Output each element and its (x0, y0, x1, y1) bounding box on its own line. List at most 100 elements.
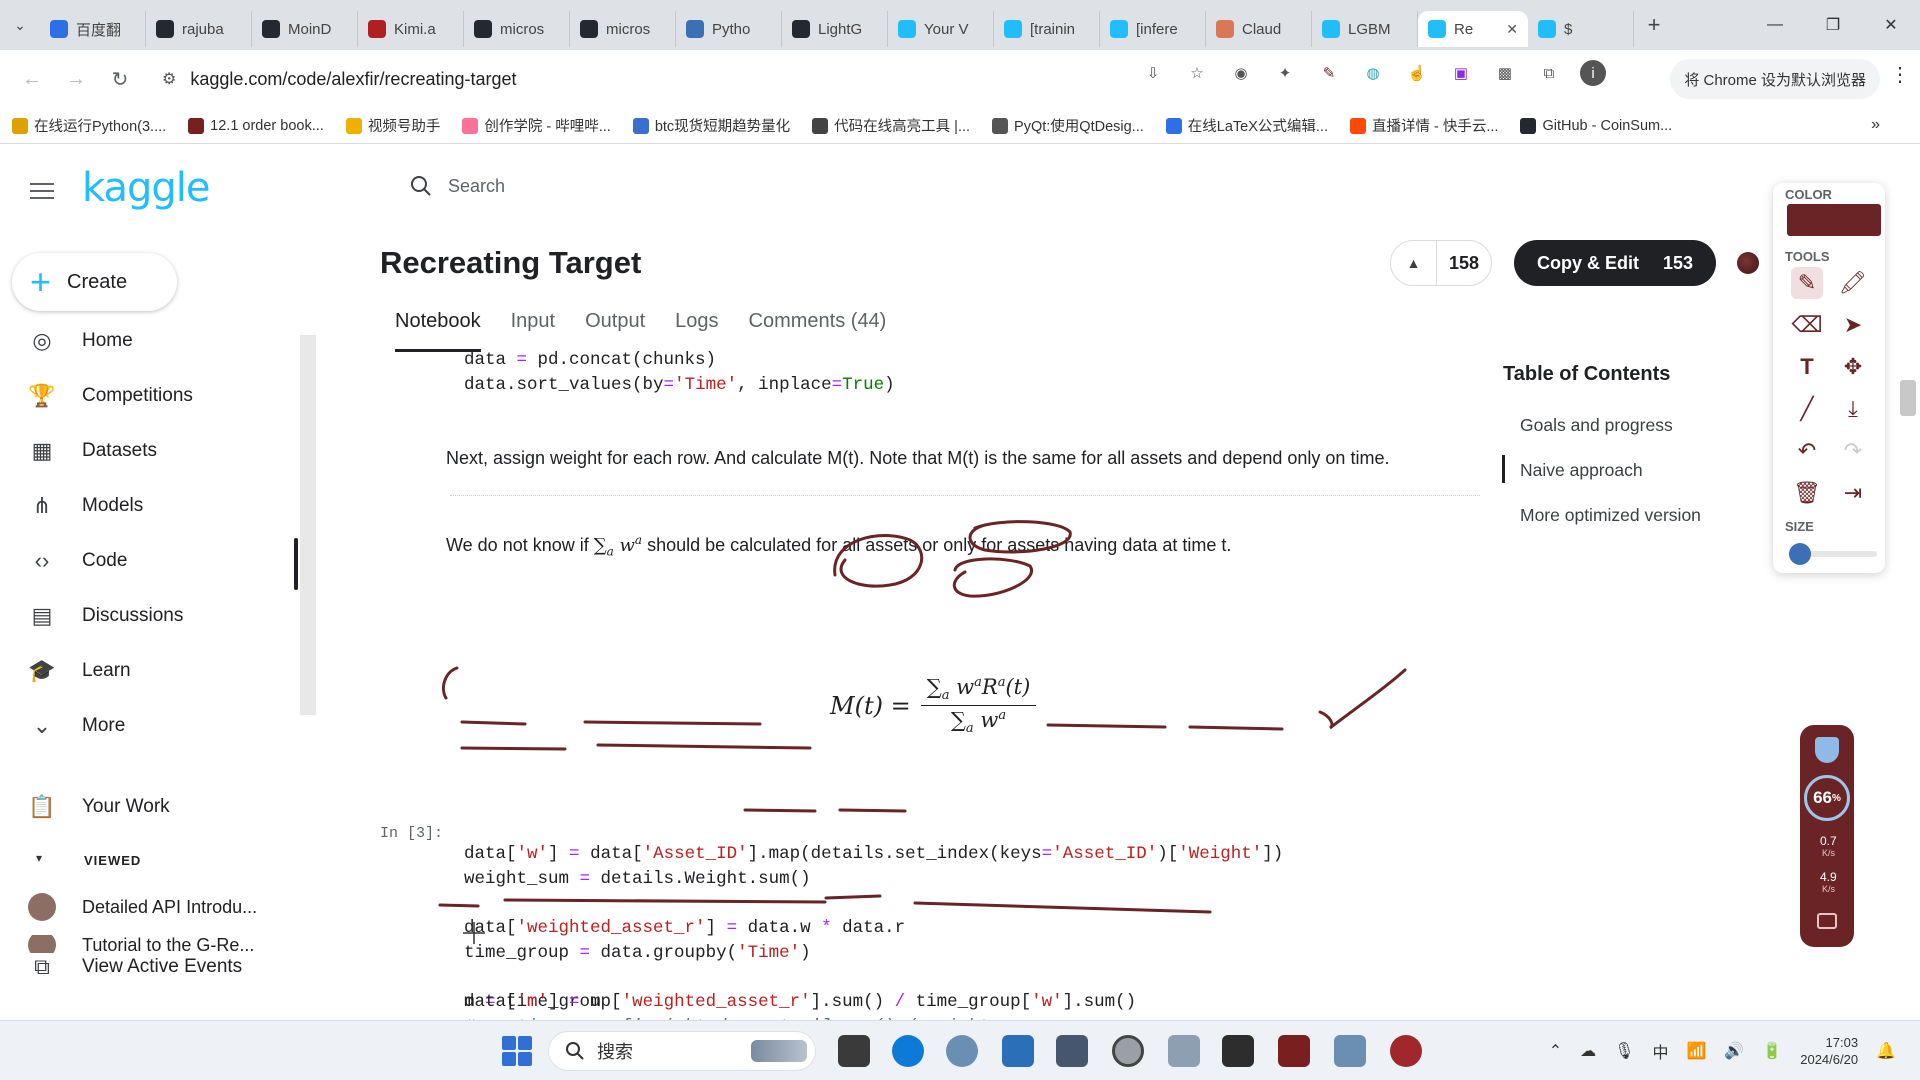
reload-button[interactable]: ↻ (98, 57, 142, 101)
redo-icon[interactable]: ↷ (1837, 435, 1869, 467)
back-button[interactable]: ← (10, 57, 54, 101)
kaggle-logo[interactable]: kaggle (82, 165, 210, 211)
browser-tab[interactable]: Claud (1206, 11, 1312, 47)
forward-button[interactable]: → (54, 57, 98, 101)
bookmark-item[interactable]: GitHub - CoinSum... (1520, 117, 1672, 134)
view-active-events[interactable]: ⧉ View Active Events (28, 953, 242, 981)
browser-tab[interactable]: micros (464, 11, 570, 47)
cloud-icon[interactable]: ☁ (1580, 1041, 1596, 1061)
omnibox[interactable]: ⚙ kaggle.com/code/alexfir/recreating-tar… (148, 59, 1078, 99)
bookmark-item[interactable]: 直播详情 - 快手云... (1349, 115, 1498, 136)
extension-icon[interactable]: ▣ (1448, 60, 1474, 86)
tab-input[interactable]: Input (511, 310, 555, 352)
nav-your-work[interactable]: 📋 Your Work (28, 793, 169, 821)
search-placeholder[interactable]: Search (448, 176, 505, 197)
more-options-icon[interactable] (1737, 252, 1759, 274)
caret-down-icon[interactable]: ▾ (36, 851, 42, 865)
terminal-icon[interactable] (1222, 1035, 1254, 1067)
battery-icon[interactable]: 🔋 (1762, 1041, 1782, 1061)
upvote-arrow-icon[interactable]: ▲ (1391, 241, 1437, 285)
taskbar-app-icon[interactable] (1278, 1035, 1310, 1067)
browser-menu-icon[interactable]: ⋮ (1890, 62, 1910, 87)
create-button[interactable]: + Create (12, 253, 177, 311)
pointer-tool-icon[interactable]: ➤ (1837, 309, 1869, 341)
hamburger-menu-icon[interactable] (30, 178, 54, 204)
bookmark-item[interactable]: PyQt:使用QtDesig... (992, 115, 1144, 136)
wifi-icon[interactable]: 📶 (1686, 1041, 1706, 1061)
text-tool-icon[interactable]: T (1791, 351, 1823, 383)
browser-tab[interactable]: $ (1528, 11, 1634, 47)
sidebar-item-more[interactable]: ⌄ More (28, 712, 126, 740)
tab-output[interactable]: Output (585, 310, 645, 352)
ime-indicator[interactable]: 中 (1652, 1039, 1668, 1063)
photos-icon[interactable] (1002, 1035, 1034, 1067)
browser-tab[interactable]: LGBM (1312, 11, 1418, 47)
taskbar-app-icon[interactable] (838, 1035, 870, 1067)
browser-tab[interactable]: MoinD (252, 11, 358, 47)
sidebar-item-home[interactable]: ◎ Home (28, 327, 132, 355)
close-tab-icon[interactable]: ✕ (1506, 21, 1518, 38)
browser-tab[interactable]: Pytho (676, 11, 782, 47)
taskbar-search[interactable]: 搜索 (548, 1031, 816, 1071)
color-swatch[interactable] (1787, 204, 1881, 236)
close-window-icon[interactable]: ✕ (1862, 0, 1920, 50)
bookmark-star-icon[interactable]: ☆ (1184, 60, 1210, 86)
restore-icon[interactable]: ❐ (1804, 0, 1862, 50)
new-tab-button[interactable]: + (1634, 12, 1674, 38)
toc-item[interactable]: Goals and progress (1520, 415, 1673, 436)
browser-tab[interactable]: LightG (782, 11, 888, 47)
edge-browser-icon[interactable] (892, 1035, 924, 1067)
bookmark-item[interactable]: 12.1 order book... (188, 117, 324, 134)
tab-comments[interactable]: Comments (44) (749, 310, 887, 352)
network-speed-widget[interactable]: 66% 0.7 K/s 4.9 K/s (1800, 725, 1854, 947)
browser-tab[interactable]: Your V (888, 11, 994, 47)
sidebar-item-discussions[interactable]: ▤ Discussions (28, 602, 184, 630)
microphone-icon[interactable]: 🎙 (1614, 1041, 1634, 1061)
sidebar-item-learn[interactable]: 🎓 Learn (28, 657, 130, 685)
viewed-item[interactable]: Detailed API Introdu... (28, 893, 257, 921)
page-scrollbar-thumb[interactable] (1900, 380, 1916, 416)
move-tool-icon[interactable]: ✥ (1837, 351, 1869, 383)
bookmark-item[interactable]: 在线运行Python(3.... (12, 115, 166, 136)
browser-tab[interactable]: Re ✕ (1418, 11, 1528, 47)
bookmark-item[interactable]: 视频号助手 (345, 115, 440, 136)
trash-icon[interactable]: 🗑 (1791, 477, 1823, 509)
sidebar-item-datasets[interactable]: ▦ Datasets (28, 437, 157, 465)
browser-tab[interactable]: Kimi.a (358, 11, 464, 47)
extension-icon[interactable]: ✦ (1272, 60, 1298, 86)
toc-item[interactable]: More optimized version (1520, 505, 1701, 526)
highlighter-tool-icon[interactable]: 🖍 (1837, 267, 1869, 299)
install-app-icon[interactable]: ⇩ (1140, 60, 1166, 86)
taskbar-app-icon[interactable] (1334, 1035, 1366, 1067)
eraser-tool-icon[interactable]: ⌫ (1791, 309, 1823, 341)
extensions-puzzle-icon[interactable]: ⧉ (1536, 60, 1562, 86)
chrome-icon[interactable] (1112, 1035, 1144, 1067)
taskbar-app-icon[interactable] (946, 1035, 978, 1067)
profile-avatar-icon[interactable]: i (1580, 60, 1606, 86)
sidebar-item-competitions[interactable]: 🏆 Competitions (28, 382, 193, 410)
viewed-item[interactable]: Tutorial to the G-Re... (28, 935, 254, 953)
bookmark-item[interactable]: 代码在线高亮工具 |... (812, 115, 970, 136)
extension-icon[interactable]: ▩ (1492, 60, 1518, 86)
browser-tab[interactable]: micros (570, 11, 676, 47)
pen-extension-icon[interactable]: ✎ (1316, 60, 1342, 86)
site-search[interactable]: Search (410, 175, 505, 197)
browser-tab[interactable]: rajuba (146, 11, 252, 47)
taskbar-app-icon[interactable] (1390, 1035, 1422, 1067)
tab-logs[interactable]: Logs (675, 310, 718, 352)
size-slider-handle[interactable] (1789, 543, 1811, 565)
site-info-icon[interactable]: ⚙ (162, 69, 176, 89)
set-default-browser-button[interactable]: 将 Chrome 设为默认浏览器 (1670, 59, 1880, 99)
line-tool-icon[interactable]: ╱ (1791, 393, 1823, 425)
bookmark-item[interactable]: 创作学院 - 哔哩哔... (462, 115, 611, 136)
minimize-icon[interactable]: — (1746, 0, 1804, 50)
extension-icon[interactable]: ◉ (1228, 60, 1254, 86)
sidebar-item-models[interactable]: ⋔ Models (28, 492, 143, 520)
download-tool-icon[interactable]: ⤓ (1837, 393, 1869, 425)
volume-icon[interactable]: 🔊 (1724, 1041, 1744, 1061)
sidebar-item-code[interactable]: ‹› Code (28, 547, 128, 575)
chevron-up-icon[interactable]: ⌃ (1549, 1041, 1562, 1061)
url-text[interactable]: kaggle.com/code/alexfir/recreating-targe… (190, 69, 516, 90)
clock[interactable]: 17:03 2024/6/20 (1800, 1034, 1858, 1068)
tab-notebook[interactable]: Notebook (395, 310, 481, 352)
